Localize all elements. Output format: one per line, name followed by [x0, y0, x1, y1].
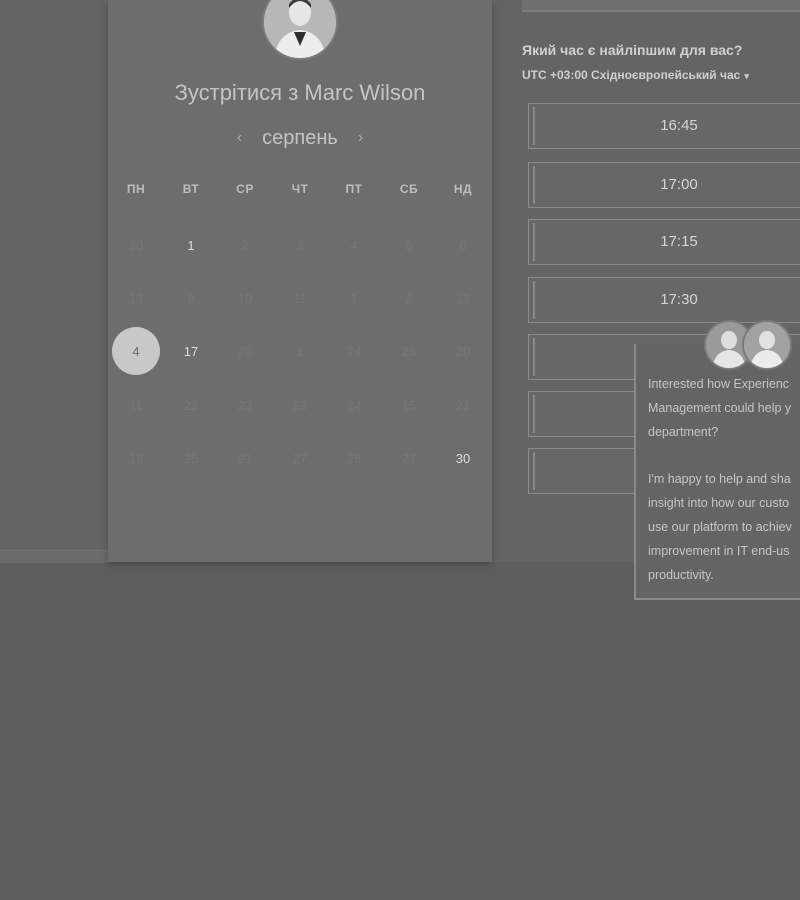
chat-message-1: Interested how Experienc Management coul…	[648, 372, 800, 444]
calendar-day: 27	[292, 450, 308, 466]
timezone-selector[interactable]: UTC +03:00 Східноєвропейський час ▾	[522, 68, 749, 82]
time-slot-label: 17:30	[660, 291, 698, 308]
chat-message: Interested how Experienc Management coul…	[648, 372, 800, 587]
calendar-day: 18	[128, 450, 144, 466]
time-question: Який час є найліпшим для вас?	[522, 42, 743, 58]
calendar-day[interactable]: 1	[167, 221, 215, 269]
meeting-title: Зустрітися з Marc Wilson	[174, 80, 426, 105]
calendar-day: 25	[401, 343, 417, 359]
time-slot-label: 16:45	[660, 117, 698, 134]
chat-line: department?	[648, 425, 719, 439]
time-slot-label: 17:00	[660, 176, 698, 193]
host-avatar-photo	[264, 0, 336, 58]
time-slot-label: 17:15	[660, 233, 698, 250]
chat-popup[interactable]: Interested how Experienc Management coul…	[634, 344, 800, 600]
month-navigation: ‹ серпень ›	[108, 124, 492, 152]
chevron-down-icon: ▾	[744, 71, 749, 81]
calendar-day[interactable]: 17	[167, 327, 215, 375]
calendar-day: 13	[455, 290, 471, 306]
calendar-day: 4	[350, 237, 358, 253]
host-avatar	[262, 0, 338, 60]
calendar-day: 28	[346, 450, 362, 466]
chat-line: insight into how our custo	[648, 496, 790, 510]
time-slot-button[interactable]: 16:45	[528, 103, 800, 149]
calendar-day: 11	[293, 290, 307, 306]
calendar-day: 2	[241, 237, 249, 253]
calendar-day: 10	[237, 290, 253, 306]
month-label: серпень	[262, 126, 338, 149]
calendar-day: 1	[296, 343, 304, 359]
calendar-day: 9	[187, 290, 195, 306]
calendar-day: 23	[237, 397, 253, 413]
time-slot-button[interactable]: 17:30	[528, 277, 800, 323]
chat-line: Management could help y	[648, 401, 792, 415]
weekday-label: СР	[236, 182, 254, 196]
time-slot-button[interactable]: 17:00	[528, 162, 800, 208]
chat-line: productivity.	[648, 568, 714, 582]
weekday-label: ЧТ	[291, 182, 309, 196]
calendar-day: 22	[183, 397, 199, 413]
calendar-day: 6	[459, 237, 467, 253]
agent-avatar	[742, 320, 792, 370]
chat-line: I'm happy to help and sha	[648, 472, 791, 486]
chat-line: use our platform to achiev	[648, 520, 792, 534]
calendar-day: 27	[401, 450, 417, 466]
chevron-right-icon[interactable]: ›	[358, 129, 363, 147]
calendar-day: 1	[350, 290, 358, 306]
calendar-day: 25	[183, 450, 199, 466]
weekday-label: СБ	[399, 182, 419, 196]
calendar-day-selected[interactable]: 4	[112, 327, 160, 375]
calendar-day: 11	[129, 397, 143, 413]
chevron-left-icon[interactable]: ‹	[237, 129, 242, 147]
calendar-day: 20	[455, 343, 471, 359]
calendar-day: 21	[237, 450, 253, 466]
calendar-day: 24	[346, 397, 362, 413]
calendar-day: 24	[346, 343, 362, 359]
calendar-day: 5	[405, 237, 413, 253]
calendar-day: 21	[455, 397, 471, 413]
calendar-day: 30	[128, 237, 144, 253]
weekday-label: ПН	[126, 182, 146, 196]
agent-avatar-photo	[744, 322, 790, 368]
time-slot-button[interactable]: 17:15	[528, 219, 800, 265]
weekday-label: НД	[453, 182, 473, 196]
calendar-day: 3	[296, 237, 304, 253]
calendar-day[interactable]: 30	[439, 434, 487, 482]
calendar-day: 15	[401, 397, 417, 413]
weekday-label: ВТ	[182, 182, 200, 196]
calendar-day: 20	[237, 343, 253, 359]
calendar-day: 23	[292, 397, 308, 413]
chat-line: Interested how Experienc	[648, 377, 790, 391]
weekday-label: ПТ	[345, 182, 363, 196]
chat-message-2: I'm happy to help and sha insight into h…	[648, 467, 800, 587]
right-panel-top-bar	[522, 0, 800, 12]
calendar-day: 2	[405, 290, 413, 306]
calendar-card: Зустрітися з Marc Wilson ‹ серпень › ПН В…	[108, 0, 492, 562]
footer-strip	[0, 550, 108, 563]
chat-line: improvement in IT end-us	[648, 544, 790, 558]
timezone-label: UTC +03:00 Східноєвропейський час	[522, 68, 741, 82]
chat-agent-avatars[interactable]	[704, 320, 800, 370]
calendar-day: 13	[128, 290, 144, 306]
